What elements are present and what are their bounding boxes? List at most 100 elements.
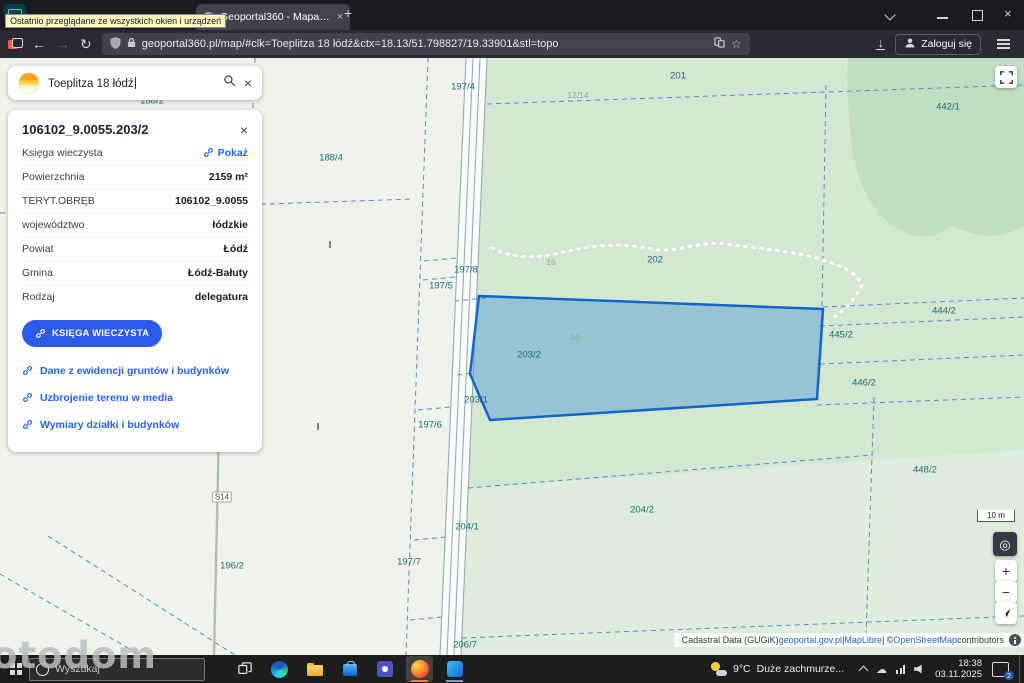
attribution-text: | ©	[881, 635, 894, 645]
row-value: 106102_9.0055	[175, 194, 248, 207]
file-explorer-icon[interactable]	[301, 656, 328, 682]
parcel-label: 16	[546, 257, 556, 267]
shield-icon[interactable]	[110, 36, 121, 52]
parcel-label: 197/5	[429, 280, 453, 292]
parcel-label: 202	[647, 254, 663, 266]
map-page: 197/4 188/2 188/4 201 12/14 442/1 202 16 197/8 19…	[0, 58, 1024, 655]
parcel-label: 18	[570, 332, 580, 342]
row-label: Rodzaj	[22, 290, 55, 303]
attribution-link[interactable]: MapLibre	[844, 635, 882, 645]
parcel-info-panel: 106102_9.0055.203/2 × Księga wieczysta Po…	[8, 110, 262, 452]
firefox-view-icon[interactable]	[8, 38, 23, 50]
parcel-id-title: 106102_9.0055.203/2	[22, 122, 149, 137]
panel-link[interactable]: Uzbrojenie terenu w media	[22, 384, 248, 411]
taskbar-clock[interactable]: 18:38 03.11.2025	[935, 658, 982, 680]
parcel-row: Gmina Łódź-Bałuty	[22, 261, 248, 285]
weather-desc: Duże zachmurze...	[756, 663, 845, 675]
notification-center-icon[interactable]: 2	[992, 661, 1014, 680]
row-label: Księga wieczysta	[22, 146, 103, 159]
store-icon[interactable]	[336, 656, 363, 682]
clock-time: 18:38	[958, 658, 982, 669]
panel-link[interactable]: Dane z ewidencji gruntów i budynków	[22, 357, 248, 384]
search-close-icon[interactable]: ×	[244, 76, 252, 90]
tray-chevron-up-icon[interactable]	[858, 665, 869, 676]
window-maximize-button[interactable]	[972, 10, 983, 21]
weather-temp: 9°C	[732, 663, 751, 675]
show-desktop-button[interactable]	[1019, 655, 1024, 683]
url-bar[interactable]: geoportal360.pl/map/#clk=Toeplitza 18 łó…	[101, 33, 750, 55]
parcel-label: 188/4	[319, 152, 343, 164]
parcel-row: Powiat Łódź	[22, 237, 248, 261]
panel-link[interactable]: Wymiary działki i budynków	[22, 411, 248, 438]
attribution-link[interactable]: geoportal.gov.pl	[779, 635, 842, 645]
weather-icon	[710, 662, 727, 676]
parcel-label: 197/4	[451, 81, 475, 93]
login-button[interactable]: Zaloguj się	[895, 33, 981, 55]
onedrive-cloud-icon[interactable]: ☁	[876, 663, 887, 676]
new-tab-button[interactable]: +	[344, 5, 352, 21]
parcel-label: 442/1	[936, 101, 960, 113]
window-minimize-button[interactable]	[937, 17, 948, 19]
photos-icon[interactable]	[441, 656, 468, 682]
edge-icon[interactable]	[266, 656, 293, 682]
window-close-button[interactable]: ×	[1004, 6, 1012, 21]
attribution-link[interactable]: OpenStreetMap	[893, 635, 957, 645]
parcel-label: 197/7	[397, 556, 421, 568]
parcel-label: 204/1	[455, 521, 479, 533]
lock-icon[interactable]	[127, 37, 136, 51]
row-label: Powierzchnia	[22, 170, 85, 183]
browser-toolbar: ← → ↻ geoportal360.pl/map/#clk=Toeplitza…	[0, 30, 1024, 58]
bookmark-star-icon[interactable]: ☆	[731, 37, 742, 51]
scale-bar: 10 m	[977, 510, 1015, 522]
row-label: Gmina	[22, 266, 53, 279]
tab-close-icon[interactable]: ×	[337, 11, 343, 23]
parcel-label: 203/2	[517, 349, 541, 361]
zoom-in-button[interactable]: +	[995, 560, 1017, 582]
teams-icon[interactable]	[371, 656, 398, 682]
downloads-icon[interactable]: ↓	[876, 36, 886, 51]
parcel-row: województwo łódzkie	[22, 213, 248, 237]
parcel-rows: Księga wieczysta Pokaż Powierzchnia 2159 m²…	[22, 141, 248, 308]
attribution-info-icon[interactable]	[1009, 634, 1021, 646]
locate-button[interactable]: ◎	[993, 532, 1017, 556]
parcel-label: 445/2	[829, 329, 853, 341]
firefox-icon[interactable]	[406, 656, 433, 682]
compass-arrow-button[interactable]	[995, 602, 1017, 624]
ksiega-wieczysta-button[interactable]: KSIĘGA WIECZYSTA	[22, 320, 163, 347]
menu-hamburger-icon[interactable]	[997, 43, 1010, 45]
tab-title: Geoportal360 - Mapa Interakty	[220, 11, 331, 23]
row-value: Łódź-Bałuty	[187, 266, 248, 279]
parcel-label: 201	[670, 70, 686, 82]
network-icon[interactable]	[896, 664, 906, 674]
row-label: TERYT.OBRĘB	[22, 194, 95, 207]
clock-date: 03.11.2025	[935, 669, 982, 680]
zoom-out-button[interactable]: −	[995, 581, 1017, 603]
fullscreen-button[interactable]	[995, 66, 1017, 88]
account-person-icon	[904, 37, 916, 52]
row-label: Powiat	[22, 242, 54, 255]
parcel-row: Powierzchnia 2159 m²	[22, 165, 248, 189]
road-shield-label: S14	[211, 491, 233, 503]
row-value: delegatura	[194, 290, 248, 303]
page-actions-icon[interactable]	[714, 37, 725, 51]
search-input[interactable]: Toeplitza 18 łódź	[48, 76, 215, 90]
tab-list-chevron-icon[interactable]	[884, 9, 896, 21]
parcel-label: 203/1	[464, 394, 488, 406]
kw-show-link[interactable]: Pokaż	[203, 147, 248, 159]
parcel-row: TERYT.OBRĘB 106102_9.0055	[22, 189, 248, 213]
parcel-label: 448/2	[913, 464, 937, 476]
forward-button[interactable]: →	[56, 37, 70, 51]
panel-close-icon[interactable]: ×	[240, 123, 248, 137]
firefox-view-tooltip: Ostatnio przeglądane ze wszystkich okien…	[5, 14, 227, 28]
taskbar-weather[interactable]: 9°C Duże zachmurze...	[710, 662, 845, 676]
volume-icon[interactable]	[914, 664, 922, 674]
parcel-label: 197/8	[454, 264, 478, 276]
task-view-icon[interactable]	[231, 656, 258, 682]
login-label: Zaloguj się	[921, 38, 972, 50]
search-icon[interactable]	[223, 74, 236, 92]
parcel-label: 197/6	[418, 419, 442, 431]
attribution-text: contributors	[956, 635, 1004, 645]
row-value: Łódź	[223, 242, 249, 255]
reload-button[interactable]: ↻	[80, 37, 92, 51]
back-button[interactable]: ←	[32, 37, 46, 51]
